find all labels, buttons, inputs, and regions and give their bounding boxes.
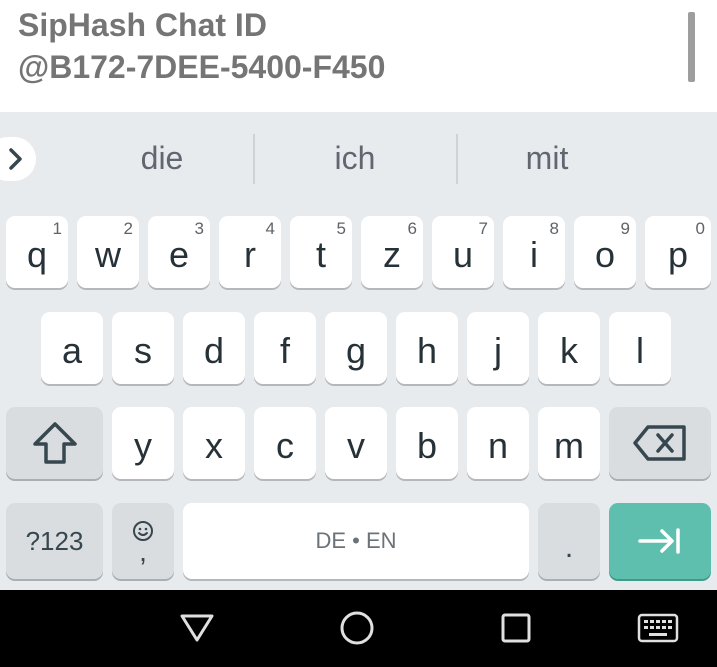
key-z[interactable]: z6 <box>361 216 423 288</box>
recents-square-icon <box>501 613 531 643</box>
key-g[interactable]: g <box>325 312 387 384</box>
key-x[interactable]: x <box>183 407 245 479</box>
backspace-icon <box>633 425 686 461</box>
navigation-bar <box>0 590 717 667</box>
backspace-key[interactable] <box>609 407 711 479</box>
chat-id-title: SipHash Chat ID <box>18 7 267 43</box>
key-v[interactable]: v <box>325 407 387 479</box>
nav-recents-button[interactable] <box>494 608 538 648</box>
period-key[interactable]: . <box>538 503 600 579</box>
suggestion-1[interactable]: die <box>67 140 257 177</box>
key-s[interactable]: s <box>112 312 174 384</box>
emoji-comma-key[interactable]: , <box>112 503 174 579</box>
home-circle-icon <box>340 611 374 645</box>
key-f[interactable]: f <box>254 312 316 384</box>
key-u[interactable]: u7 <box>432 216 494 288</box>
key-b[interactable]: b <box>396 407 458 479</box>
next-tab-icon <box>638 528 680 554</box>
chat-id-value: @B172-7DEE-5400-F450 <box>18 49 386 85</box>
space-key[interactable]: DE • EN <box>183 503 529 579</box>
symbols-key[interactable]: ?123 <box>6 503 103 579</box>
key-a[interactable]: a <box>41 312 103 384</box>
chevron-right-icon <box>9 148 22 170</box>
key-i[interactable]: i8 <box>503 216 565 288</box>
key-c[interactable]: c <box>254 407 316 479</box>
key-p[interactable]: p0 <box>645 216 711 288</box>
key-o[interactable]: o9 <box>574 216 636 288</box>
nav-home-button[interactable] <box>335 608 379 648</box>
next-key[interactable] <box>609 503 711 579</box>
key-d[interactable]: d <box>183 312 245 384</box>
key-y[interactable]: y <box>112 407 174 479</box>
key-h[interactable]: h <box>396 312 458 384</box>
key-e[interactable]: e3 <box>148 216 210 288</box>
shift-key[interactable] <box>6 407 103 479</box>
keyboard-icon <box>637 613 679 643</box>
scrollbar[interactable] <box>688 12 695 82</box>
key-m[interactable]: m <box>538 407 600 479</box>
suggestion-divider <box>253 134 255 184</box>
key-j[interactable]: j <box>467 312 529 384</box>
key-t[interactable]: t5 <box>290 216 352 288</box>
key-k[interactable]: k <box>538 312 600 384</box>
key-n[interactable]: n <box>467 407 529 479</box>
chat-id-field[interactable]: SipHash Chat ID @B172-7DEE-5400-F450 <box>0 0 717 112</box>
back-triangle-icon <box>180 614 214 642</box>
suggestion-2[interactable]: ich <box>260 140 450 177</box>
key-w[interactable]: w2 <box>77 216 139 288</box>
suggestion-3[interactable]: mit <box>452 140 642 177</box>
key-q[interactable]: q1 <box>6 216 68 288</box>
key-r[interactable]: r4 <box>219 216 281 288</box>
key-l[interactable]: l <box>609 312 671 384</box>
shift-icon <box>32 422 77 464</box>
suggestion-strip: die ich mit <box>0 112 717 206</box>
expand-suggestions-button[interactable] <box>0 137 36 181</box>
nav-back-button[interactable] <box>175 608 219 648</box>
nav-keyboard-button[interactable] <box>634 608 682 648</box>
